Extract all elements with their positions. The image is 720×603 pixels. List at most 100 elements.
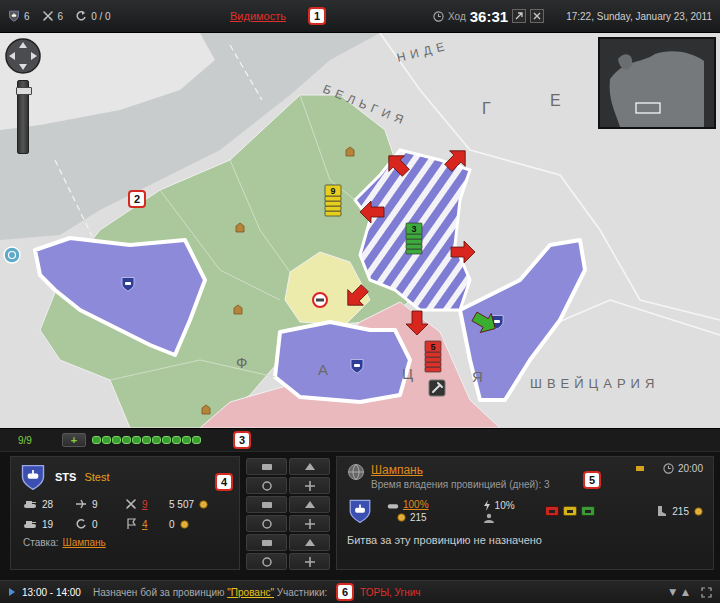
globe-icon <box>347 463 365 481</box>
tool-button[interactable] <box>289 534 330 551</box>
add-button[interactable]: + <box>62 433 86 447</box>
tool-button[interactable] <box>289 515 330 532</box>
tool-button[interactable] <box>289 553 330 570</box>
minimap-europe-icon <box>600 39 714 127</box>
clan-stat: 19 <box>23 518 75 530</box>
wrench-icon <box>429 380 445 396</box>
tool-icon <box>303 555 317 569</box>
top-bar: 660 / 0Видимость1Ход36:3117:22, Sunday, … <box>0 0 720 33</box>
province-name-link[interactable]: Шампань <box>371 463 550 477</box>
clan-stat-value: 19 <box>42 519 53 530</box>
tool-button[interactable] <box>246 458 287 475</box>
clan-stat-value[interactable]: 4 <box>142 519 148 530</box>
province-region[interactable] <box>200 302 500 428</box>
clan-stats: 660 / 0 <box>8 10 230 22</box>
clock-icon <box>663 463 674 474</box>
collapse-icon <box>514 11 524 21</box>
clan-stat: 0 <box>75 518 125 530</box>
clan-name[interactable]: Stest <box>84 471 109 483</box>
owner-share[interactable]: 100% <box>403 499 429 510</box>
stack-layer <box>325 201 341 206</box>
stat-value: 6 <box>24 11 30 22</box>
minimap[interactable] <box>598 37 716 129</box>
stack-count: 9 <box>330 186 335 196</box>
province-region[interactable] <box>35 238 205 355</box>
stack-layer <box>425 357 441 362</box>
status-chips <box>545 506 595 516</box>
slot-track <box>92 436 201 444</box>
stack-top <box>406 223 422 234</box>
zoom-slider[interactable] <box>17 80 29 154</box>
attack-arrow <box>406 311 428 335</box>
gold-coin-icon <box>199 500 208 509</box>
port-icon[interactable] <box>4 247 20 263</box>
bid-row: Ставка:Шампань <box>19 537 231 548</box>
event-icon <box>8 587 16 597</box>
clan-shield-icon <box>8 10 20 22</box>
return-icon <box>75 10 87 22</box>
tank-group-icon <box>23 519 37 529</box>
stack-layer <box>325 211 341 216</box>
clan-shield-icon <box>19 463 47 491</box>
tool-button[interactable] <box>246 515 287 532</box>
attack-arrow <box>340 280 373 313</box>
unit-stack[interactable]: 5 <box>425 341 441 372</box>
gold-coin-icon <box>694 507 703 516</box>
unit-stack[interactable]: 9 <box>325 185 341 216</box>
tool-button[interactable] <box>246 496 287 513</box>
scroll-up-button[interactable]: ▲ <box>682 587 689 597</box>
stat-value: 6 <box>58 11 64 22</box>
tool-button[interactable] <box>246 534 287 551</box>
stack-layer <box>406 239 422 244</box>
bid-province-link[interactable]: Шампань <box>63 537 106 548</box>
map-label: Е <box>550 92 566 109</box>
tax-stats: 10% <box>483 500 515 523</box>
province-header: Шампань Время владения провинцией (дней):… <box>347 463 703 490</box>
province-region[interactable] <box>275 322 410 402</box>
crossed-swords-icon <box>42 10 54 22</box>
island <box>0 33 215 130</box>
turn-label: Ход <box>448 11 466 22</box>
row: 215 <box>387 512 429 523</box>
row: 100% <box>387 499 429 510</box>
visibility-link[interactable]: Видимость <box>230 10 286 22</box>
attack-arrow <box>469 307 501 338</box>
tool-button[interactable] <box>289 496 330 513</box>
world-map[interactable]: НИДЕБЕЛЬГИЯГЕШВЕЙЦАРИЯФАЦЯ9352 <box>0 33 720 428</box>
map-label: Ф <box>236 354 252 371</box>
tank-icon <box>23 499 37 509</box>
tool-button[interactable] <box>246 553 287 570</box>
tool-buttons <box>246 456 330 570</box>
revenue-value: 215 <box>672 506 689 517</box>
stack-layer <box>425 362 441 367</box>
clan-stat-value: 0 <box>169 519 175 530</box>
pan-control-icon[interactable] <box>4 37 42 75</box>
stack-count: 3 <box>411 224 416 234</box>
clan-stat: 28 <box>23 498 75 510</box>
collapse-button[interactable] <box>512 9 526 23</box>
tank-icon <box>387 500 399 510</box>
event-province-link[interactable]: "Прованс" <box>227 587 274 598</box>
province-border <box>110 95 355 380</box>
callout-badge: 5 <box>583 471 601 489</box>
province-stats: 100% 215 10% 215 <box>347 498 703 524</box>
hold-time: Время владения провинцией (дней): 3 <box>371 479 550 490</box>
tool-button[interactable] <box>246 477 287 494</box>
person-icon <box>483 513 495 523</box>
map-label: Я <box>472 368 488 385</box>
callout-badge: 3 <box>233 431 251 449</box>
unit-stack[interactable]: 3 <box>406 223 422 254</box>
tool-button[interactable] <box>289 477 330 494</box>
fullscreen-icon[interactable] <box>701 587 712 598</box>
stack-layer <box>406 244 422 249</box>
zoom-handle[interactable] <box>16 87 32 95</box>
tool-icon <box>260 479 274 493</box>
province-region[interactable] <box>355 150 470 310</box>
clan-stat-value: 9 <box>92 499 98 510</box>
tool-button[interactable] <box>289 458 330 475</box>
map-label: А <box>318 361 333 378</box>
scroll-down-button[interactable]: ▼ <box>669 587 676 597</box>
event-time: 13:00 - 14:00 <box>22 587 81 598</box>
clan-stat-value[interactable]: 9 <box>142 499 148 510</box>
close-button[interactable] <box>530 9 544 23</box>
